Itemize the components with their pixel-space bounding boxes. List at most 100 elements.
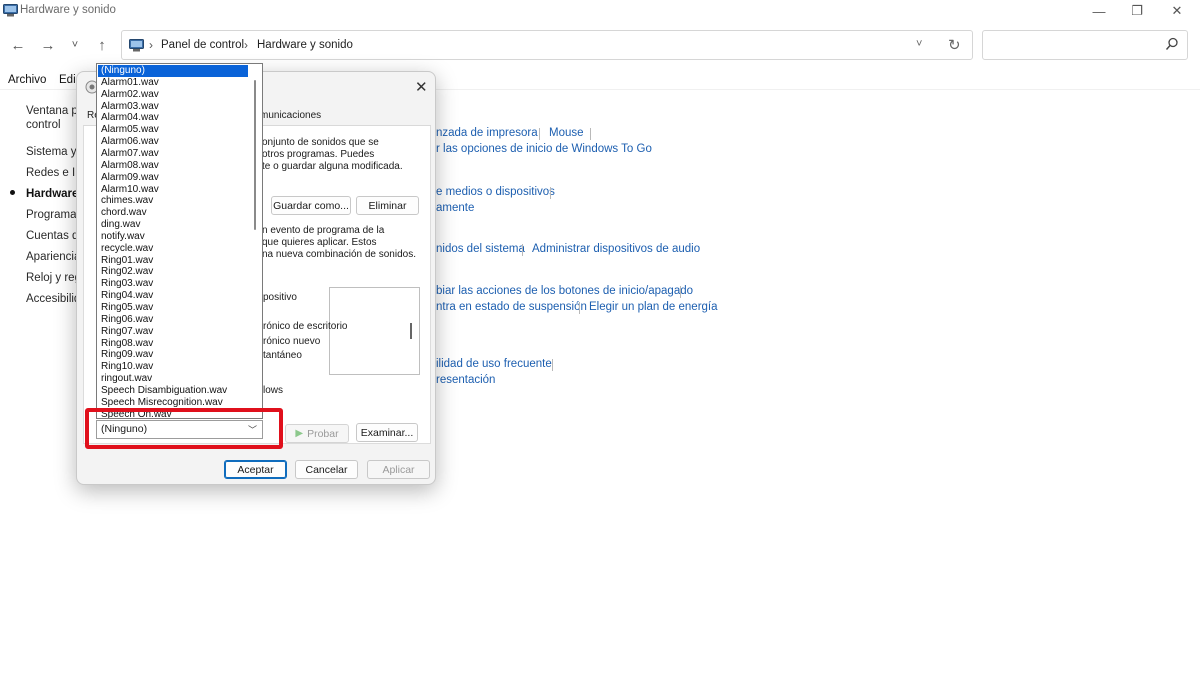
address-bar[interactable]: › Panel de control › Hardware y sonido ˅… [121,30,973,60]
sound-option[interactable]: Ring09.wav [98,349,248,361]
events-scrollbar[interactable] [410,323,412,339]
sound-option[interactable]: Ring06.wav [98,314,248,326]
sound-option[interactable]: ringout.wav [98,373,248,385]
menu-archivo[interactable]: Archivo [8,74,46,86]
apply-button[interactable]: Aplicar [367,460,430,479]
link-windows-to-go[interactable]: r las opciones de inicio de Windows To G… [436,143,652,155]
sound-option[interactable]: Speech Disambiguation.wav [98,385,248,397]
sound-option[interactable]: Alarm01.wav [98,77,248,89]
window-title: Hardware y sonido [20,4,116,16]
sidebar-item-ventana-principal[interactable]: Ventana pr [26,104,82,118]
menu-edicion[interactable]: Edi [59,74,76,86]
link-divider [579,302,580,314]
link-botones-inicio-apagado[interactable]: biar las acciones de los botones de inic… [436,285,693,297]
search-input[interactable] [989,37,1159,55]
link-sonidos-sistema[interactable]: nidos del sistema [436,243,525,255]
link-divider [590,128,591,140]
event-item[interactable]: rónico de escritorio [263,321,347,333]
sound-option[interactable]: Ring03.wav [98,278,248,290]
search-box[interactable] [982,30,1188,60]
up-arrow-icon[interactable]: ↑ [91,34,113,56]
sound-option[interactable]: Ring08.wav [98,338,248,350]
link-reproduccion-automatica[interactable]: amente [436,202,474,214]
maximize-button[interactable]: ❐ [1117,0,1157,22]
link-suspension[interactable]: ntra en estado de suspensión [436,301,587,313]
link-plan-energia[interactable]: Elegir un plan de energía [589,301,718,313]
control-panel-icon [3,4,18,17]
sidebar-item-ventana-principal-cont[interactable]: control [26,118,61,132]
delete-button[interactable]: Eliminar [356,196,419,215]
event-item[interactable]: positivo [263,292,297,304]
control-panel-icon [129,39,144,52]
sound-option[interactable]: chimes.wav [98,195,248,207]
event-item[interactable]: rónico nuevo [263,336,320,348]
breadcrumb-separator-icon: › [149,38,153,52]
options-scrollbar[interactable] [254,80,256,230]
link-divider [539,128,540,140]
sound-option[interactable]: Ring02.wav [98,266,248,278]
title-bar: Hardware y sonido — ❐ ✕ [0,0,1200,22]
sound-option[interactable]: notify.wav [98,231,248,243]
sound-options-list[interactable]: (Ninguno) Alarm01.wav Alarm02.wav Alarm03.w… [96,63,263,419]
forward-arrow-icon[interactable]: → [37,34,59,56]
minimize-button[interactable]: — [1079,0,1119,22]
sidebar-item-hardware[interactable]: Hardware [26,187,78,201]
sound-option[interactable]: Ring01.wav [98,255,248,267]
search-icon[interactable] [1165,37,1179,51]
cancel-button[interactable]: Cancelar [295,460,358,479]
sound-option[interactable]: Alarm09.wav [98,172,248,184]
navigation-bar: ← → ˅ ↑ › Panel de control › Hardware y … [0,30,1200,62]
sound-option[interactable]: Alarm04.wav [98,112,248,124]
link-divider [522,244,523,256]
link-presentacion[interactable]: resentación [436,374,495,386]
windows-startup-label: lows [263,385,284,396]
tab-comunicaciones[interactable]: municaciones [260,110,321,121]
sound-option[interactable]: Alarm10.wav [98,184,248,196]
sound-option[interactable]: Alarm03.wav [98,101,248,113]
event-description-line-2: que quieres aplicar. Estos [262,237,377,248]
event-description-line-1: n evento de programa de la [262,225,385,236]
sound-option[interactable]: Ring05.wav [98,302,248,314]
scheme-description-line-1: onjunto de sonidos que se [262,137,379,148]
sound-option[interactable]: Alarm08.wav [98,160,248,172]
breadcrumb-panel-de-control[interactable]: Panel de control [161,39,244,51]
sound-option[interactable]: recycle.wav [98,243,248,255]
sound-option[interactable]: Alarm07.wav [98,148,248,160]
link-mouse[interactable]: Mouse [549,127,584,139]
sound-option[interactable]: Ring10.wav [98,361,248,373]
sound-option[interactable]: chord.wav [98,207,248,219]
sound-option[interactable]: Alarm05.wav [98,124,248,136]
sound-option[interactable]: ding.wav [98,219,248,231]
sound-option[interactable]: Alarm02.wav [98,89,248,101]
scheme-description-line-3: te o guardar alguna modificada. [262,161,403,172]
dialog-close-button[interactable]: ✕ [415,78,428,96]
event-description-line-3: na nueva combinación de sonidos. [262,249,416,260]
highlight-annotation-box [85,408,283,449]
link-uso-frecuente[interactable]: ilidad de uso frecuente [436,358,552,370]
save-as-button[interactable]: Guardar como... [271,196,351,215]
program-events-list[interactable]: positivo rónico de escritorio rónico nue… [263,287,420,375]
recent-locations-chevron-icon[interactable]: ˅ [64,34,86,56]
browse-button[interactable]: Examinar... [356,423,418,442]
address-dropdown-chevron-icon[interactable]: ˅ [916,38,922,50]
sound-option[interactable]: Speech Misrecognition.wav [98,397,248,409]
sound-option[interactable]: Alarm06.wav [98,136,248,148]
sound-option[interactable]: (Ninguno) [98,65,248,77]
sidebar-item-programas[interactable]: Programas [26,208,82,222]
sound-option[interactable]: Ring07.wav [98,326,248,338]
sidebar-item-apariencia[interactable]: Apariencia [26,250,80,264]
refresh-icon[interactable]: ↻ [948,36,961,54]
link-administrar-audio[interactable]: Administrar dispositivos de audio [532,243,700,255]
ok-button[interactable]: Aceptar [224,460,287,479]
event-item[interactable]: tantáneo [263,350,302,362]
close-window-button[interactable]: ✕ [1157,0,1197,22]
link-impresora[interactable]: nzada de impresora [436,127,538,139]
sound-option[interactable]: Ring04.wav [98,290,248,302]
breadcrumb-hardware-y-sonido[interactable]: Hardware y sonido [257,39,353,51]
link-medios-dispositivos[interactable]: e medios o dispositivos [436,186,555,198]
sidebar-item-accesibilidad[interactable]: Accesibilid [26,292,80,306]
sidebar-item-reloj[interactable]: Reloj y regi [26,271,84,285]
link-divider [550,187,551,199]
back-arrow-icon[interactable]: ← [7,34,29,56]
test-sound-button[interactable]: ▶ Probar [285,424,349,443]
